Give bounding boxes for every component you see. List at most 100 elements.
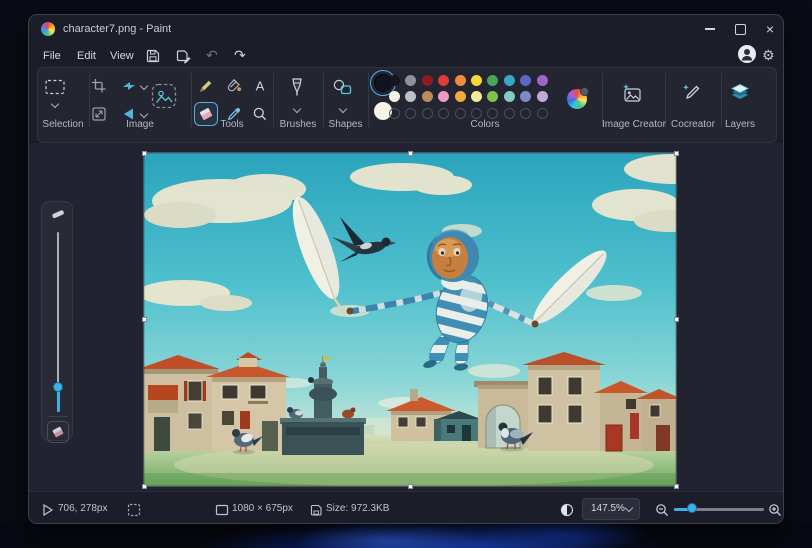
menu-bar: File Edit View ↶ ↷ ⚙ (29, 43, 783, 69)
group-label-shapes: Shapes (323, 119, 368, 132)
eraser-icon (51, 425, 65, 439)
group-label-colors: Colors (368, 119, 602, 132)
crop-icon[interactable] (91, 78, 107, 94)
cursor-position-icon (41, 503, 55, 517)
color-swatch[interactable] (389, 91, 400, 102)
empty-color-slot[interactable] (520, 108, 531, 119)
desktop-wallpaper (0, 522, 812, 548)
chevron-down-icon (625, 504, 633, 512)
paint-window: character7.png - Paint × File Edit View … (28, 14, 784, 524)
zoom-in-icon[interactable] (768, 503, 782, 517)
file-size-icon (309, 503, 323, 517)
zoom-level-value: 147.5% (591, 499, 625, 519)
save-as-icon[interactable] (175, 48, 191, 64)
menu-file[interactable]: File (41, 43, 63, 69)
selection-handle-top-left[interactable] (142, 151, 147, 156)
pencil-icon[interactable] (198, 78, 214, 94)
rectangle-select-icon[interactable] (45, 79, 65, 95)
status-bar: 706, 278px 1080 × 675px Size: 972.3KB 14… (29, 491, 783, 524)
selection-handle-top-right[interactable] (674, 151, 679, 156)
color-swatch[interactable] (471, 91, 482, 102)
maximize-icon (735, 24, 746, 35)
selection-size-icon (127, 503, 141, 517)
size-slider-handle[interactable] (53, 382, 63, 392)
canvas-size-icon (215, 503, 229, 517)
color-swatch[interactable] (438, 75, 449, 86)
eraser-size-button[interactable] (47, 421, 69, 443)
color-swatch[interactable] (389, 75, 400, 86)
empty-color-slot[interactable] (471, 108, 482, 119)
text-tool-icon[interactable]: A (252, 78, 268, 94)
empty-color-slot[interactable] (537, 108, 548, 119)
color-swatch[interactable] (455, 75, 466, 86)
zoom-slider-handle[interactable] (687, 503, 697, 513)
selection-handle-mid-left[interactable] (142, 317, 147, 322)
empty-color-slot[interactable] (504, 108, 515, 119)
group-label-brushes: Brushes (273, 119, 323, 132)
selection-handle-bottom-left[interactable] (142, 484, 147, 489)
rotate-icon[interactable] (121, 78, 137, 94)
maximize-button[interactable] (726, 15, 754, 43)
redo-icon[interactable]: ↷ (234, 43, 246, 69)
group-label-image: Image (89, 119, 191, 132)
person-icon (738, 45, 756, 63)
remove-background-button[interactable] (151, 83, 177, 109)
edit-colors-wheel-icon[interactable] (567, 89, 587, 109)
selection-handle-bottom-mid[interactable] (408, 484, 413, 489)
save-icon[interactable] (145, 48, 161, 64)
empty-color-slot[interactable] (487, 108, 498, 119)
zoom-out-icon[interactable] (655, 503, 669, 517)
menu-edit[interactable]: Edit (75, 43, 98, 69)
group-label-image-creator: Image Creator (602, 119, 665, 132)
close-button[interactable]: × (756, 15, 784, 43)
close-icon: × (766, 21, 774, 37)
undo-icon[interactable]: ↶ (206, 43, 218, 69)
tool-size-panel (41, 201, 73, 441)
thickness-icon (51, 207, 65, 221)
minimize-button[interactable] (696, 15, 724, 43)
settings-gear-icon[interactable]: ⚙ (762, 46, 775, 66)
theme-icon[interactable] (560, 503, 574, 517)
layers-icon[interactable] (729, 82, 751, 104)
titlebar[interactable]: character7.png - Paint × (29, 15, 783, 43)
shapes-icon[interactable] (332, 78, 354, 96)
canvas-image (144, 153, 676, 486)
empty-color-slot[interactable] (389, 108, 400, 119)
paint-canvas[interactable] (144, 153, 676, 486)
selection-handle-bottom-right[interactable] (674, 484, 679, 489)
empty-color-slot[interactable] (455, 108, 466, 119)
account-button[interactable] (738, 45, 756, 63)
group-label-layers: Layers (721, 119, 759, 132)
empty-color-slot[interactable] (438, 108, 449, 119)
color-swatch[interactable] (520, 75, 531, 86)
color-swatch[interactable] (537, 75, 548, 86)
color-swatch[interactable] (455, 91, 466, 102)
fill-bucket-icon[interactable] (226, 78, 242, 94)
palette-row-1 (389, 75, 548, 86)
brush-icon[interactable] (288, 77, 306, 99)
cocreator-icon[interactable] (680, 82, 702, 104)
color-swatch[interactable] (487, 75, 498, 86)
color-swatch[interactable] (422, 75, 433, 86)
menu-view[interactable]: View (108, 43, 136, 69)
palette-row-empty (389, 108, 548, 119)
color-swatch[interactable] (504, 75, 515, 86)
color-swatch[interactable] (504, 91, 515, 102)
add-color-dot (580, 87, 589, 96)
color-swatch[interactable] (537, 91, 548, 102)
empty-color-slot[interactable] (422, 108, 433, 119)
zoom-level-dropdown[interactable]: 147.5% (582, 498, 640, 520)
selection-handle-top-mid[interactable] (408, 151, 413, 156)
color-swatch[interactable] (438, 91, 449, 102)
color-swatch[interactable] (405, 91, 416, 102)
image-creator-icon[interactable] (620, 82, 642, 104)
empty-color-slot[interactable] (405, 108, 416, 119)
cursor-position-value: 706, 278px (58, 492, 108, 524)
selection-handle-mid-right[interactable] (674, 317, 679, 322)
color-swatch[interactable] (422, 91, 433, 102)
color-swatch[interactable] (487, 91, 498, 102)
color-swatch[interactable] (520, 91, 531, 102)
color-swatch[interactable] (471, 75, 482, 86)
color-swatch[interactable] (405, 75, 416, 86)
palette-row-2 (389, 91, 548, 102)
